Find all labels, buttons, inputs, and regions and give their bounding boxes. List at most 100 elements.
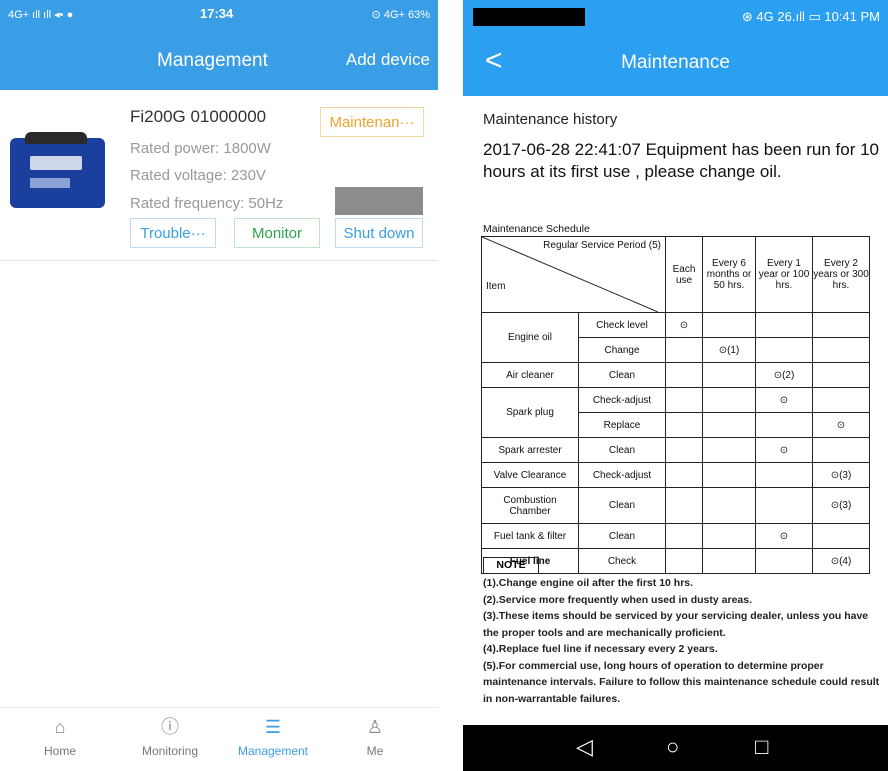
bottom-tab-bar: ⌂ Home ⓘ Monitoring ☰ Management ♙ Me	[0, 707, 438, 771]
management-screen: 4G+ ıll ıll ◂• ● 17:34 ⊙ 4G+ 63% Managem…	[0, 0, 438, 771]
mark-cell	[702, 412, 756, 438]
note-item: (4).Replace fuel line if necessary every…	[483, 643, 718, 655]
nav-home-icon[interactable]: ○	[666, 734, 679, 760]
mark-cell: ⊙	[755, 437, 813, 463]
tab-home[interactable]: ⌂ Home	[15, 716, 105, 758]
history-entry: 2017-06-28 22:41:07 Equipment has been r…	[483, 140, 880, 181]
add-device-button[interactable]: Add device	[346, 50, 430, 70]
mark-cell: ⊙	[755, 387, 813, 413]
action-cell: Check level	[578, 312, 666, 338]
mark-cell	[812, 362, 870, 388]
system-nav-bar: ◁ ○ □	[463, 725, 888, 771]
period-header: Each use	[665, 236, 703, 313]
status-bar: 4G+ ıll ıll ◂• ● 17:34 ⊙ 4G+ 63%	[0, 0, 438, 28]
mark-cell: ⊙	[665, 312, 703, 338]
mark-cell	[702, 362, 756, 388]
divider	[438, 0, 463, 771]
mark-cell: ⊙(3)	[812, 462, 870, 488]
mark-cell	[665, 337, 703, 363]
management-icon: ☰	[264, 717, 282, 737]
period-header: Every 6 months or 50 hrs.	[702, 236, 756, 313]
rated-power: Rated power: 1800W	[130, 140, 271, 157]
note-item: (2).Service more frequently when used in…	[483, 593, 753, 606]
generator-image	[10, 132, 105, 208]
mark-cell	[812, 437, 870, 463]
header-diagonal-cell: Regular Service Period (5) Item	[481, 236, 666, 313]
maintenance-button[interactable]: Maintenan···	[320, 107, 424, 137]
mark-cell	[812, 387, 870, 413]
nav-back-icon[interactable]: ◁	[576, 734, 593, 760]
action-cell: Clean	[578, 437, 666, 463]
action-cell: Check	[578, 548, 666, 574]
mark-cell	[755, 412, 813, 438]
mark-cell	[665, 412, 703, 438]
mark-cell: ⊙(3)	[812, 487, 870, 524]
signal-icons: 4G+ ıll ıll ◂• ●	[8, 9, 74, 21]
maintenance-screen: ⊛ 4G 26.ıll ▭ 10:41 PM < Maintenance Mai…	[463, 0, 888, 771]
action-cell: Replace	[578, 412, 666, 438]
rated-voltage: Rated voltage: 230V	[130, 167, 266, 184]
mark-cell	[755, 487, 813, 524]
status-right: ⊛ 4G 26.ıll ▭ 10:41 PM	[741, 9, 880, 24]
mark-cell	[665, 437, 703, 463]
item-cell: Spark plug	[481, 387, 579, 438]
item-cell: Engine oil	[481, 312, 579, 363]
period-header: Every 1 year or 100 hrs.	[755, 236, 813, 313]
device-card[interactable]: Fi200G 01000000 Rated power: 1800W Rated…	[0, 90, 438, 261]
mark-cell: ⊙	[812, 412, 870, 438]
mark-cell	[702, 487, 756, 524]
period-header: Every 2 years or 300 hrs.	[812, 236, 870, 313]
mark-cell	[702, 462, 756, 488]
trouble-button[interactable]: Trouble···	[130, 218, 216, 248]
monitor-button[interactable]: Monitor	[234, 218, 320, 248]
mark-cell	[702, 312, 756, 338]
mark-cell	[702, 548, 756, 574]
action-cell: Check-adjust	[578, 462, 666, 488]
notes-list: (1).Change engine oil after the first 10…	[483, 575, 883, 707]
note-item: (3).These items should be serviced by yo…	[483, 610, 869, 639]
mark-cell	[812, 523, 870, 549]
item-cell: Valve Clearance	[481, 462, 579, 488]
mark-cell	[665, 362, 703, 388]
mark-cell	[755, 312, 813, 338]
page-title: Management	[157, 50, 268, 71]
monitoring-icon: ⓘ	[161, 717, 179, 737]
action-cell: Change	[578, 337, 666, 363]
item-cell: Fuel tank & filter	[481, 523, 579, 549]
mark-cell	[755, 548, 813, 574]
status-bar: ⊛ 4G 26.ıll ▭ 10:41 PM	[463, 0, 888, 34]
mark-cell	[665, 387, 703, 413]
action-cell: Clean	[578, 362, 666, 388]
mark-cell	[755, 337, 813, 363]
status-indicator	[335, 187, 423, 215]
mark-cell	[812, 312, 870, 338]
tab-management[interactable]: ☰ Management	[228, 716, 318, 758]
tab-me[interactable]: ♙ Me	[330, 716, 420, 758]
mark-cell: ⊙(1)	[702, 337, 756, 363]
mark-cell	[702, 437, 756, 463]
tab-monitoring[interactable]: ⓘ Monitoring	[125, 716, 215, 758]
mark-cell	[665, 487, 703, 524]
mark-cell: ⊙	[755, 523, 813, 549]
app-header: Management Add device	[0, 28, 438, 90]
app-header: < Maintenance	[463, 34, 888, 96]
action-cell: Clean	[578, 487, 666, 524]
me-icon: ♙	[366, 717, 384, 737]
nav-recent-icon[interactable]: □	[755, 734, 768, 760]
note-item: (1).Change engine oil after the first 10…	[483, 577, 694, 589]
home-icon: ⌂	[54, 717, 66, 737]
item-cell: Combustion Chamber	[481, 487, 579, 524]
mark-cell	[702, 523, 756, 549]
maintenance-schedule-table: Regular Service Period (5) Item Each use…	[481, 236, 870, 574]
status-time: 17:34	[200, 6, 234, 21]
rated-frequency: Rated frequency: 50Hz	[130, 195, 284, 212]
page-title: Maintenance	[621, 52, 730, 73]
mark-cell: ⊙(2)	[755, 362, 813, 388]
item-cell: Spark arrester	[481, 437, 579, 463]
shutdown-button[interactable]: Shut down	[335, 218, 423, 248]
mark-cell: ⊙(4)	[812, 548, 870, 574]
note-item: (5).For commercial use, long hours of op…	[483, 659, 880, 705]
redacted-area	[473, 8, 585, 26]
mark-cell	[702, 387, 756, 413]
schedule-title: Maintenance Schedule	[483, 223, 590, 235]
